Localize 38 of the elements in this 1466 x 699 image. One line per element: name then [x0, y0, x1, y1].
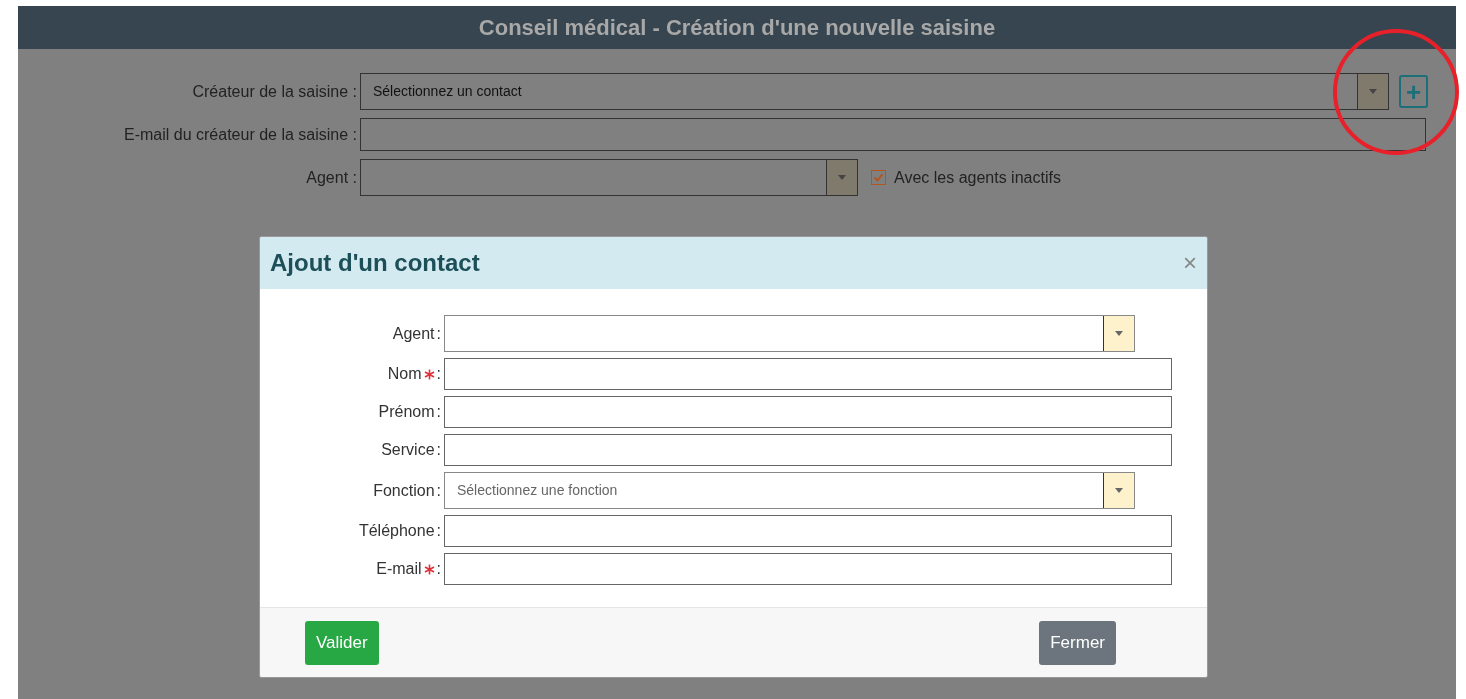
- input-field[interactable]: [444, 434, 1172, 466]
- colon: :: [436, 402, 441, 422]
- colon: :: [436, 440, 441, 460]
- colon: :: [436, 480, 441, 501]
- colon: :: [436, 364, 441, 384]
- page-title: Conseil médical - Création d'une nouvelle saisine: [478, 14, 996, 42]
- field-label: Fonction: [373, 480, 435, 501]
- field-label: Créateur de la saisine :: [191, 81, 357, 102]
- caret-icon: [1368, 88, 1378, 95]
- colon: :: [436, 323, 441, 344]
- colon: :: [436, 559, 441, 579]
- select-field[interactable]: [444, 315, 1135, 352]
- input-field[interactable]: [444, 553, 1172, 585]
- input-field[interactable]: [444, 515, 1172, 547]
- colon: :: [436, 521, 441, 541]
- field-label: E-mail du créateur de la saisine :: [123, 124, 357, 145]
- caret-icon: [1114, 487, 1124, 494]
- caret-icon: [1114, 330, 1124, 337]
- field-label: Agent :: [305, 167, 357, 188]
- field-label: Nom: [387, 364, 422, 384]
- select-field[interactable]: Sélectionnez un contact: [360, 73, 1389, 110]
- input-field[interactable]: [360, 118, 1426, 151]
- field-label: Prénom: [378, 402, 435, 422]
- select-field[interactable]: [360, 159, 858, 196]
- caret-icon: [837, 174, 847, 181]
- input-field[interactable]: [444, 358, 1172, 390]
- select-field[interactable]: Sélectionnez une fonction: [444, 472, 1135, 509]
- field-label: Agent: [392, 323, 435, 344]
- checkbox-label: Avec les agents inactifs: [894, 167, 1061, 188]
- checkbox[interactable]: [871, 170, 886, 185]
- dialog-title: Ajout d'un contact: [270, 248, 480, 278]
- close-button[interactable]: ×: [1183, 251, 1197, 275]
- field-label: Téléphone: [358, 521, 435, 541]
- input-field[interactable]: [444, 396, 1172, 428]
- close-dialog-button[interactable]: Fermer: [1039, 620, 1116, 665]
- validate-button[interactable]: Valider: [305, 620, 379, 665]
- field-label: E-mail: [376, 559, 422, 579]
- field-label: Service: [381, 440, 435, 460]
